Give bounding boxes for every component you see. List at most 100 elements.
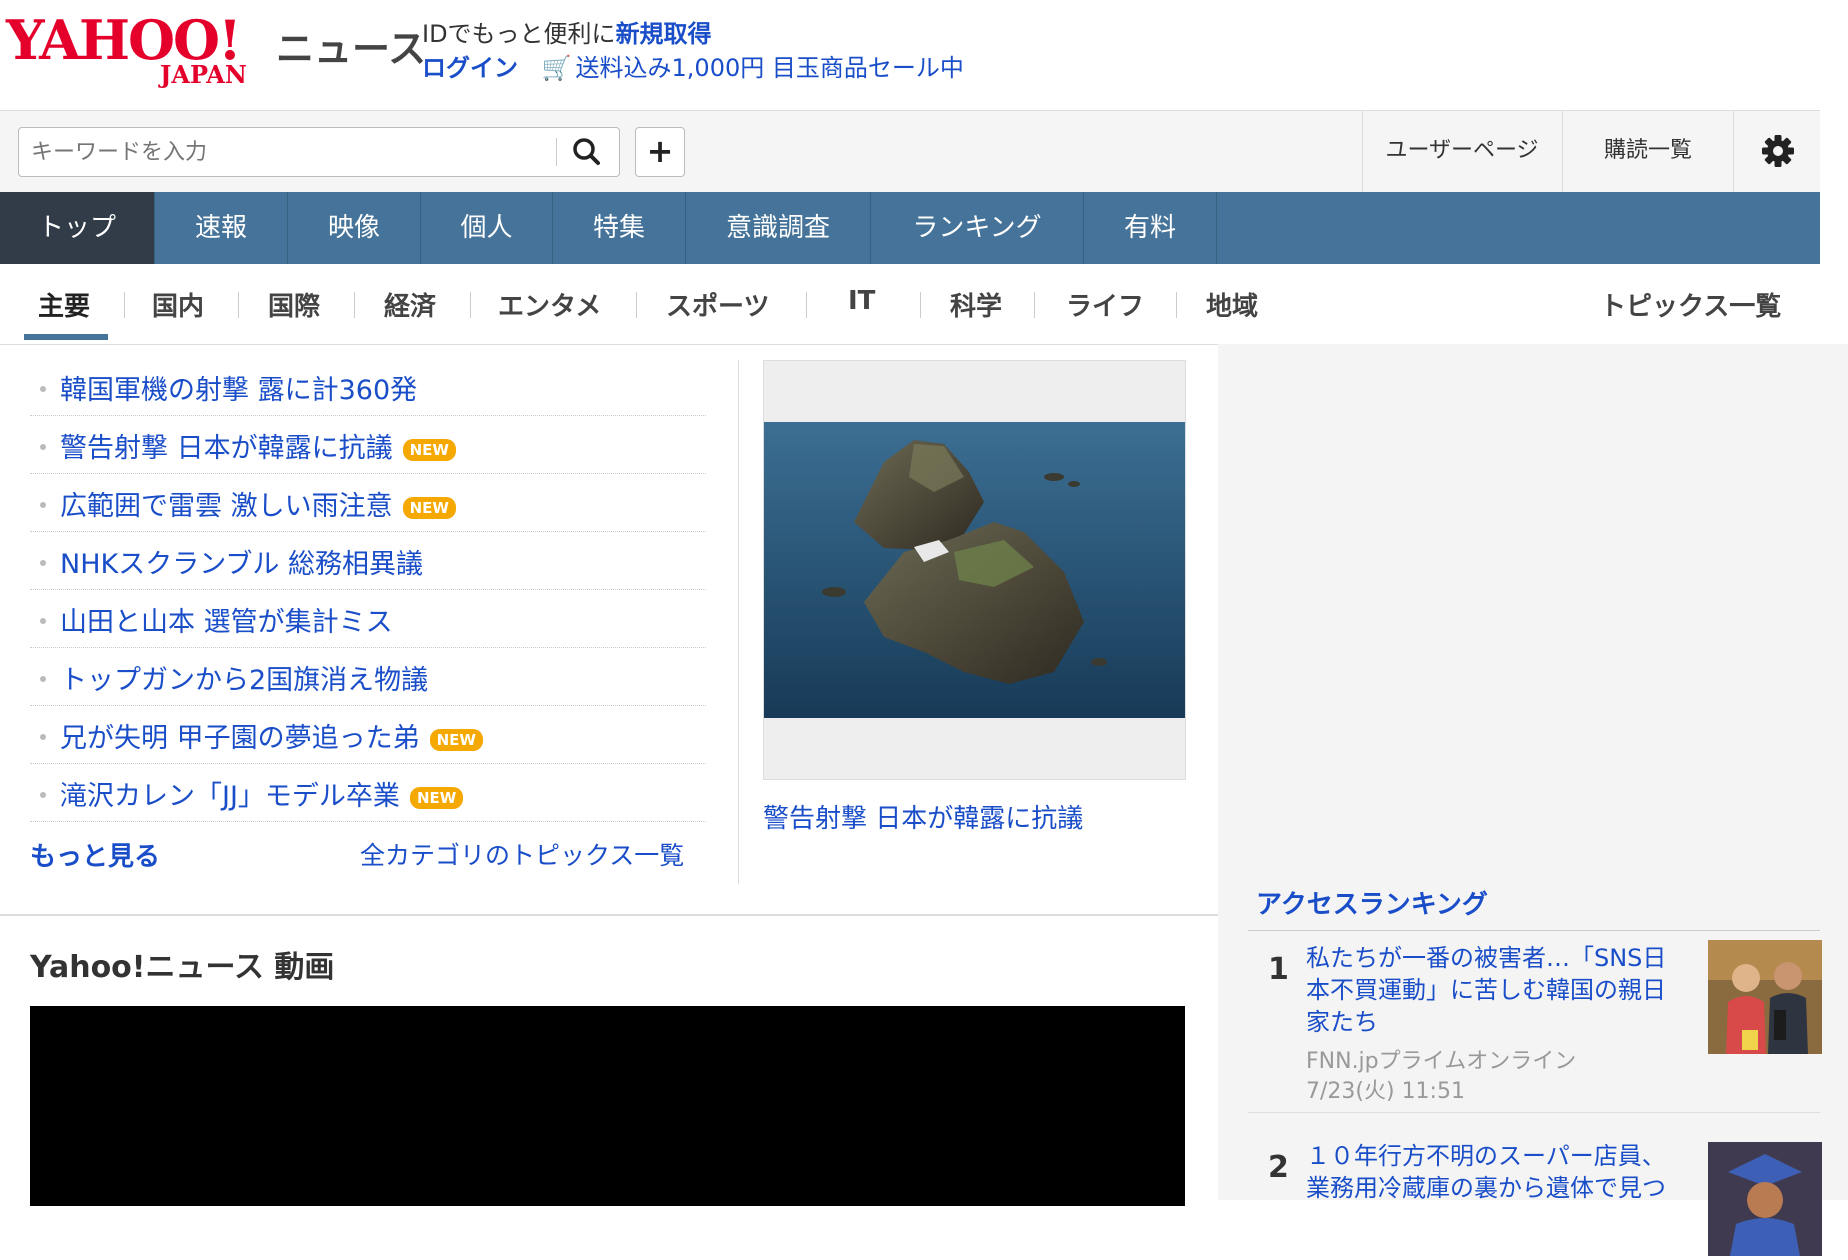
category-divider xyxy=(470,292,471,318)
ranking-thumbnail[interactable] xyxy=(1708,940,1822,1054)
people-photo xyxy=(1708,940,1822,1054)
topic-item[interactable]: 兄が失明 甲子園の夢追った弟 NEW xyxy=(30,706,706,764)
nav-video[interactable]: 映像 xyxy=(288,192,421,264)
bullet xyxy=(40,386,46,392)
gear-icon xyxy=(1761,135,1794,167)
pickup-photo[interactable] xyxy=(763,360,1186,780)
topic-title[interactable]: 滝沢カレン「JJ」モデル卒業 NEW xyxy=(60,774,464,813)
ranking-headline[interactable]: 私たちが一番の被害者…「SNS日 本不買運動」に苦しむ韓国の親日 家たち xyxy=(1306,942,1696,1038)
category-divider xyxy=(920,292,921,318)
search-box xyxy=(18,127,620,177)
category-it[interactable]: IT xyxy=(848,286,875,316)
topic-title[interactable]: 広範囲で雷雲 激しい雨注意 NEW xyxy=(60,484,456,523)
settings-button[interactable] xyxy=(1733,110,1821,192)
nav-top[interactable]: トップ xyxy=(0,192,155,264)
section-divider xyxy=(0,914,1218,916)
search-divider xyxy=(556,138,557,166)
topic-item[interactable]: 滝沢カレン「JJ」モデル卒業 NEW xyxy=(30,764,706,822)
ranking-time: 7/23(火) 11:51 xyxy=(1306,1079,1465,1104)
signup-link[interactable]: 新規取得 xyxy=(616,20,712,48)
bullet xyxy=(40,676,46,682)
topic-item[interactable]: 広範囲で雷雲 激しい雨注意 NEW xyxy=(30,474,706,532)
new-badge: NEW xyxy=(409,786,464,809)
category-main[interactable]: 主要 xyxy=(38,286,90,323)
ranking-item[interactable]: 2 １０年行方不明のスーパー店員、 業務用冷蔵庫の裏から遺体で見つ xyxy=(1248,1140,1822,1256)
service-name[interactable]: ニュース xyxy=(276,18,426,73)
new-badge: NEW xyxy=(429,728,483,751)
topics-list-link[interactable]: トピックス一覧 xyxy=(1600,286,1781,323)
nav-feature[interactable]: 特集 xyxy=(553,192,686,264)
category-divider xyxy=(636,292,637,318)
main-nav: トップ 速報 映像 個人 特集 意識調査 ランキング 有料 xyxy=(0,192,1820,264)
category-divider xyxy=(354,292,355,318)
cart-icon: 🛒 xyxy=(541,54,572,82)
search-button[interactable] xyxy=(564,132,610,172)
category-domestic[interactable]: 国内 xyxy=(152,286,204,323)
all-categories-link[interactable]: 全カテゴリのトピックス一覧 xyxy=(360,836,684,872)
category-divider xyxy=(124,292,125,318)
category-world[interactable]: 国際 xyxy=(268,286,320,323)
subscription-list-link[interactable]: 購読一覧 xyxy=(1562,110,1733,192)
sale-link[interactable]: 送料込み1,000円 目玉商品セール中 xyxy=(576,54,964,82)
search-icon xyxy=(573,138,600,165)
user-page-link[interactable]: ユーザーページ xyxy=(1362,110,1561,192)
search-input[interactable] xyxy=(29,136,563,168)
category-entertainment[interactable]: エンタメ xyxy=(498,286,601,323)
nav-survey[interactable]: 意識調査 xyxy=(686,192,871,264)
category-sports[interactable]: スポーツ xyxy=(666,286,769,323)
ranking-headline[interactable]: １０年行方不明のスーパー店員、 業務用冷蔵庫の裏から遺体で見つ xyxy=(1306,1140,1696,1204)
nav-ranking[interactable]: ランキング xyxy=(871,192,1084,264)
topic-item[interactable]: NHKスクランブル 総務相異議 xyxy=(30,532,706,590)
topic-title[interactable]: 韓国軍機の射撃 露に計360発 xyxy=(60,368,417,407)
category-divider xyxy=(806,292,807,318)
yahoo-logo[interactable]: YAHOO! JAPAN xyxy=(6,8,271,89)
add-button[interactable]: + xyxy=(635,127,685,177)
topic-item[interactable]: 韓国軍機の射撃 露に計360発 xyxy=(30,358,706,416)
topic-item[interactable]: トップガンから2国旗消え物議 xyxy=(30,648,706,706)
nav-individual[interactable]: 個人 xyxy=(421,192,553,264)
bullet xyxy=(40,618,46,624)
video-section-title[interactable]: Yahoo!ニュース 動画 xyxy=(30,942,334,986)
pickup-caption[interactable]: 警告射撃 日本が韓露に抗議 xyxy=(763,798,1083,835)
bullet xyxy=(40,792,46,798)
topic-item[interactable]: 警告射撃 日本が韓露に抗議 NEW xyxy=(30,416,706,474)
category-science[interactable]: 科学 xyxy=(950,286,1002,323)
topic-item[interactable]: 山田と山本 選管が集計ミス xyxy=(30,590,706,648)
nav-paid[interactable]: 有料 xyxy=(1084,192,1217,264)
video-player[interactable] xyxy=(30,1006,1185,1206)
rank-number: 2 xyxy=(1268,1150,1289,1185)
ranking-source: FNN.jpプライムオンライン xyxy=(1306,1049,1577,1074)
ranking-thumbnail[interactable] xyxy=(1708,1142,1822,1256)
promo-id: IDでもっと便利に新規取得 xyxy=(422,14,712,49)
active-category-indicator xyxy=(24,334,108,340)
promo-id-text: IDでもっと便利に xyxy=(422,20,616,48)
topic-title[interactable]: 警告射撃 日本が韓露に抗議 NEW xyxy=(60,426,456,465)
topic-title[interactable]: 山田と山本 選管が集計ミス xyxy=(60,600,393,639)
topic-title[interactable]: 兄が失明 甲子園の夢追った弟 NEW xyxy=(60,716,483,755)
nav-breaking[interactable]: 速報 xyxy=(155,192,288,264)
category-divider xyxy=(238,292,239,318)
bullet xyxy=(40,502,46,508)
logo-sub: JAPAN xyxy=(160,60,247,89)
login-link[interactable]: ログイン xyxy=(422,54,518,82)
category-divider xyxy=(1034,292,1035,318)
ranking-item[interactable]: 1 私たちが一番の被害者…「SNS日 本不買運動」に苦しむ韓国の親日 家たち F… xyxy=(1248,940,1822,1113)
rank-number: 1 xyxy=(1268,952,1289,987)
bullet xyxy=(40,444,46,450)
topic-title[interactable]: トップガンから2国旗消え物議 xyxy=(60,658,428,697)
ranking-title[interactable]: アクセスランキング xyxy=(1256,884,1488,921)
column-divider xyxy=(738,360,739,884)
island-photo xyxy=(764,422,1185,718)
ranking-divider xyxy=(1248,930,1820,931)
topic-title[interactable]: NHKスクランブル 総務相異議 xyxy=(60,542,423,581)
category-economy[interactable]: 経済 xyxy=(384,286,436,323)
category-divider xyxy=(1176,292,1177,318)
category-local[interactable]: 地域 xyxy=(1206,286,1258,323)
category-life[interactable]: ライフ xyxy=(1066,286,1144,323)
new-badge: NEW xyxy=(402,496,456,519)
new-badge: NEW xyxy=(402,438,456,461)
promo-line2: ログイン 🛒 送料込み1,000円 目玉商品セール中 xyxy=(422,48,964,83)
more-link[interactable]: もっと見る xyxy=(30,836,160,873)
bullet xyxy=(40,560,46,566)
bullet xyxy=(40,734,46,740)
